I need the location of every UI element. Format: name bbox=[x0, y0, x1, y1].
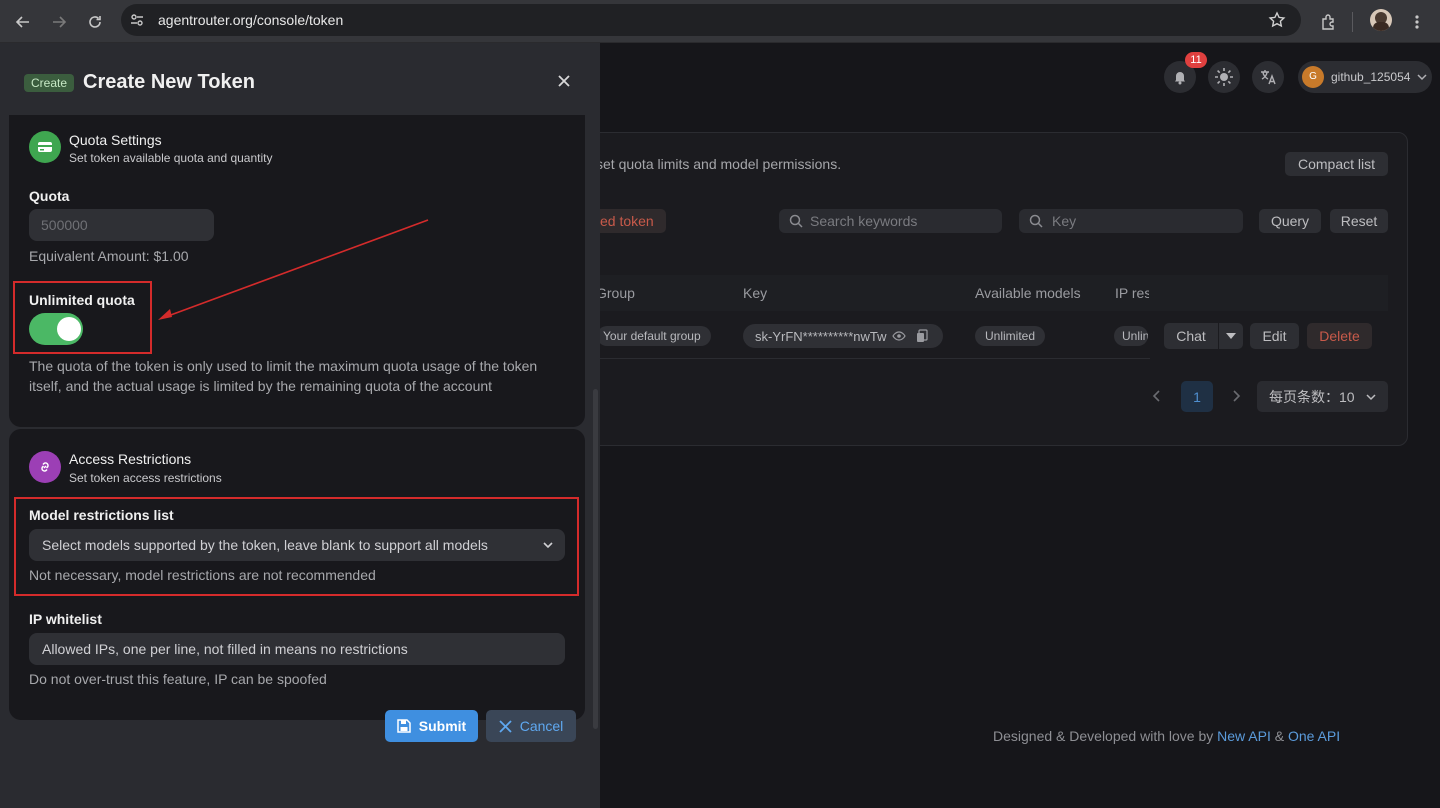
annotation-arrow bbox=[158, 219, 429, 320]
